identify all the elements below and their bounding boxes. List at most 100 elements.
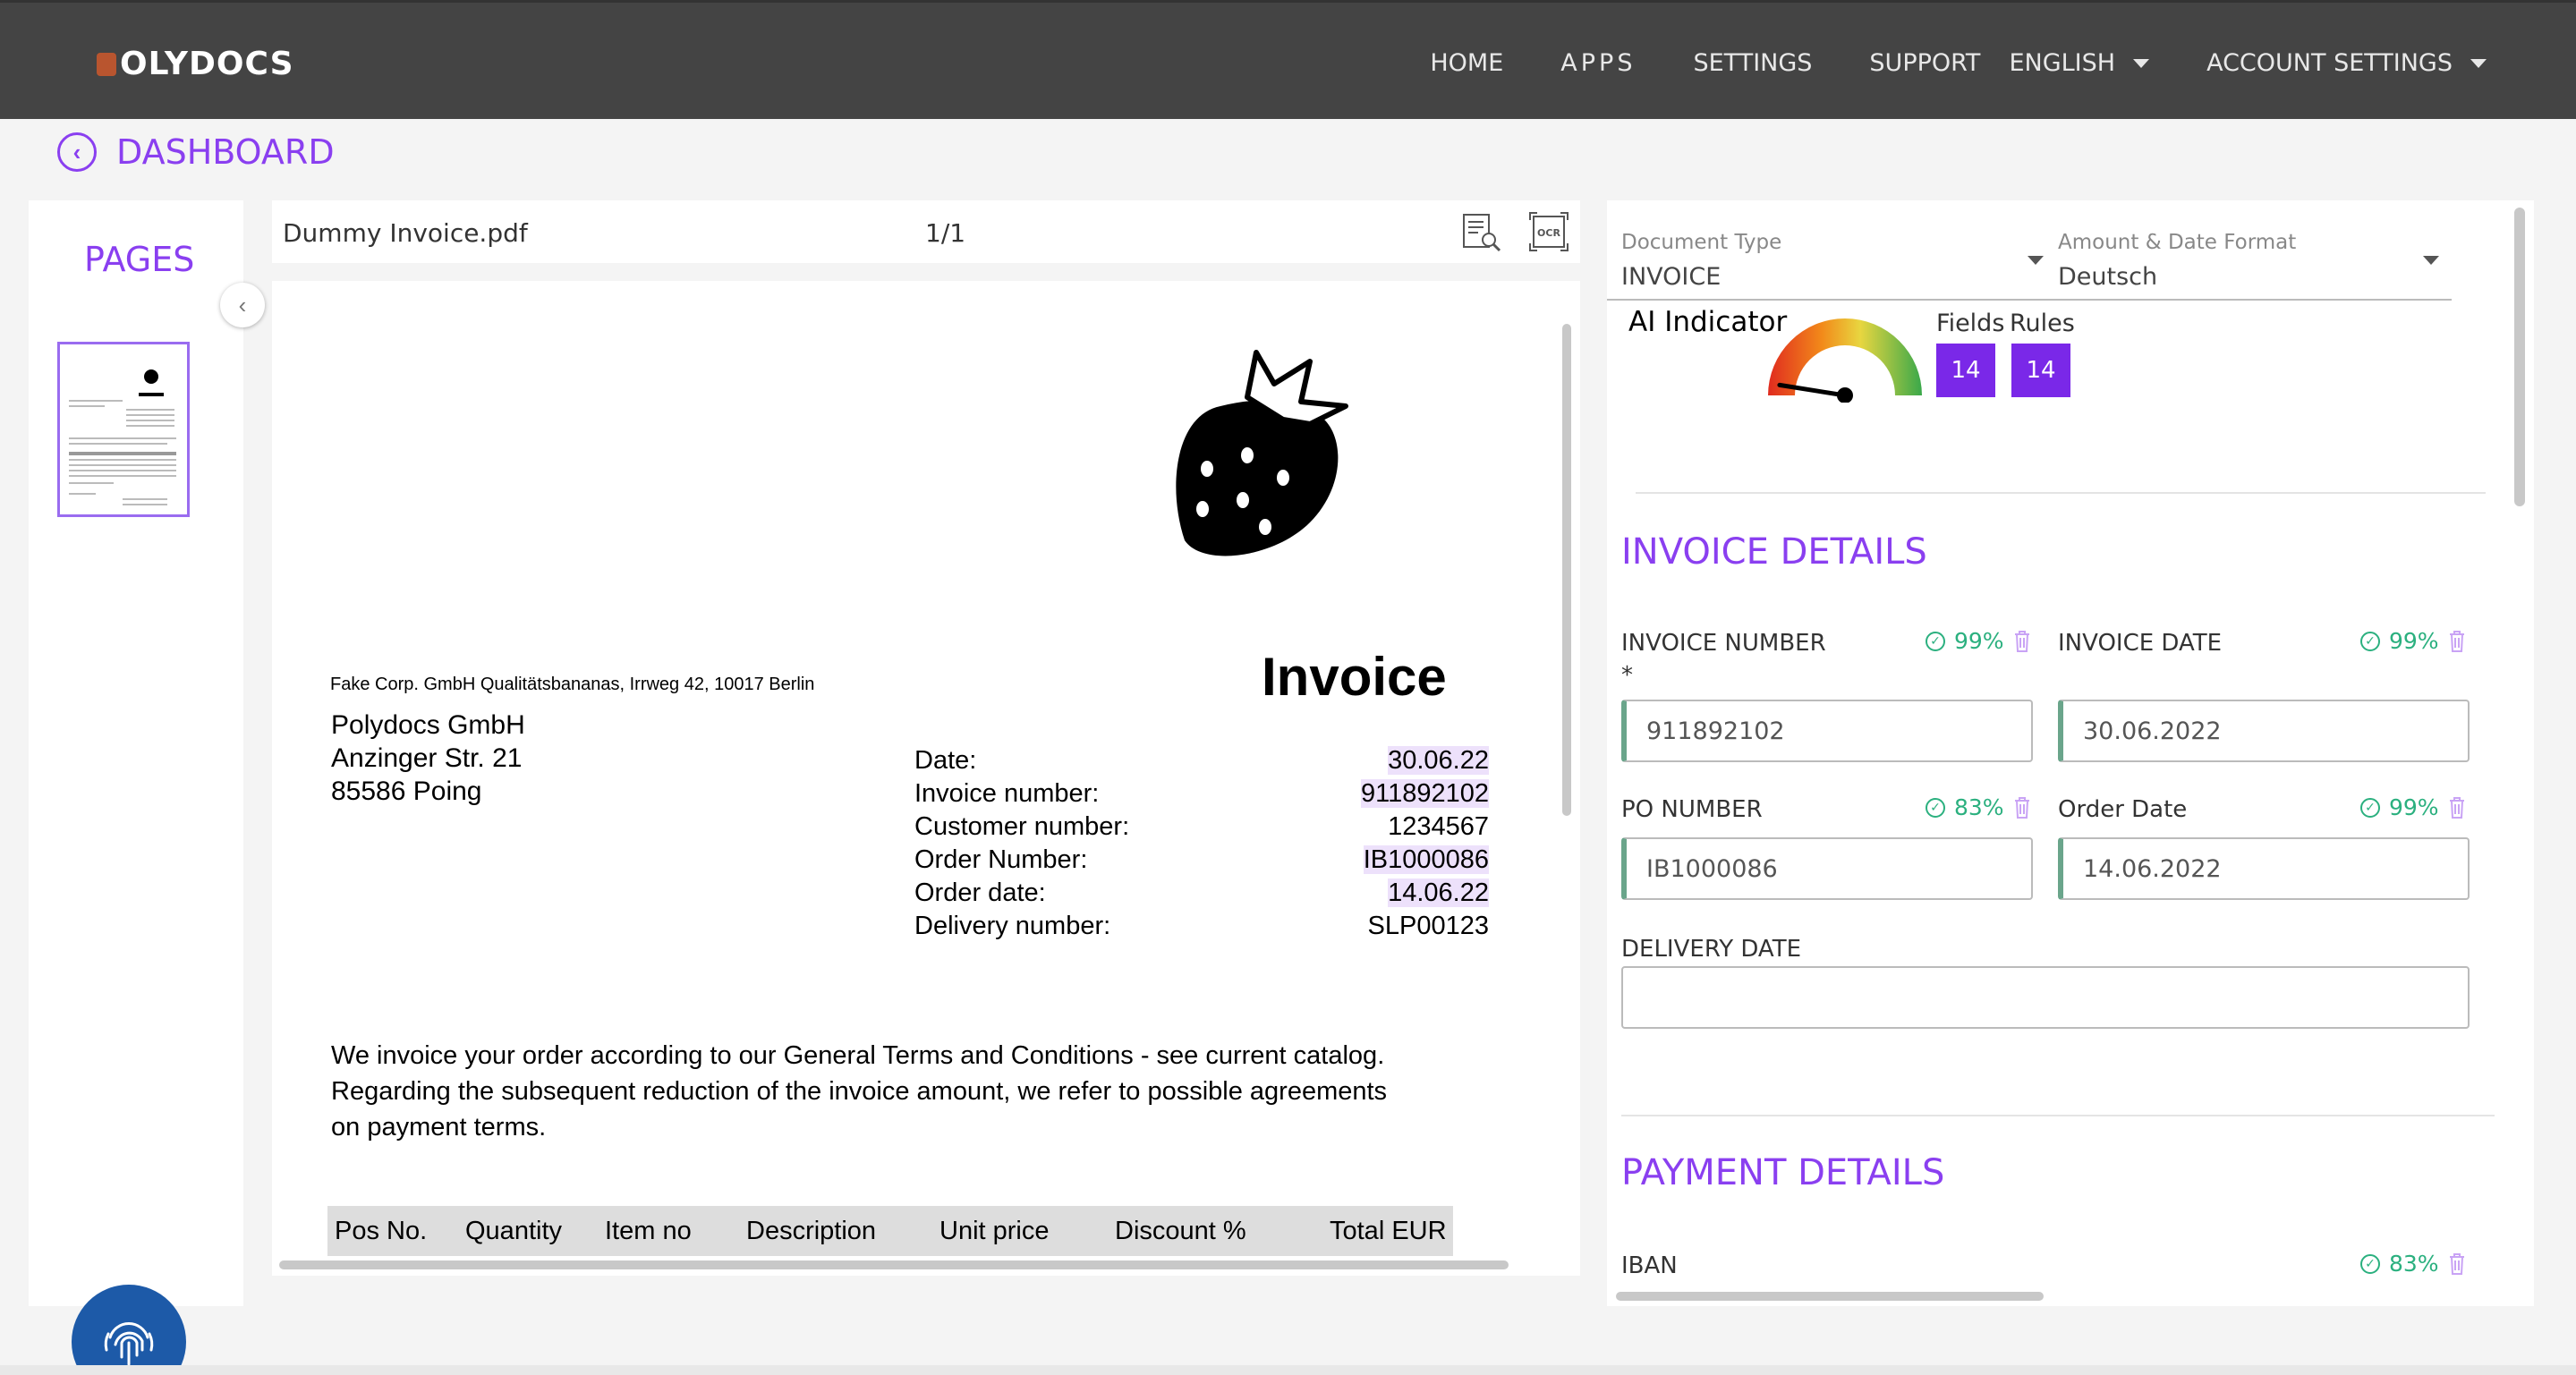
po-number-input[interactable]: IB1000086 xyxy=(1621,837,2033,900)
nav-apps[interactable]: APPS xyxy=(1560,49,1636,77)
viewer-vertical-scrollbar[interactable] xyxy=(1562,324,1571,816)
top-navigation-bar: OLYDOCS HOME APPS SETTINGS SUPPORT ENGLI… xyxy=(0,0,2576,119)
meta-label: Delivery number: xyxy=(914,912,1111,940)
language-label: ENGLISH xyxy=(2009,49,2116,77)
document-search-icon[interactable] xyxy=(1458,209,1503,254)
table-header-cell: Quantity xyxy=(465,1216,562,1245)
page-indicator: 1/1 xyxy=(925,218,966,248)
ai-confidence-gauge xyxy=(1768,318,1922,403)
delete-icon[interactable] xyxy=(2448,630,2466,653)
invoice-meta-labels: Date: Invoice number: Customer number: O… xyxy=(914,744,1129,943)
extraction-panel: Document Type INVOICE Amount & Date Form… xyxy=(1607,200,2534,1306)
page-thumbnail-1[interactable] xyxy=(57,342,190,517)
panel-horizontal-scrollbar[interactable] xyxy=(1616,1292,2044,1301)
delivery-date-input[interactable] xyxy=(1621,966,2470,1029)
delete-icon[interactable] xyxy=(2013,796,2031,819)
ocr-icon[interactable]: OCR xyxy=(1526,209,1571,254)
invoice-number-input[interactable]: 911892102 xyxy=(1621,700,2033,762)
po-number-confidence: ✓ 83% xyxy=(1926,794,2031,820)
meta-label: Date: xyxy=(914,746,977,775)
strawberry-logo-icon xyxy=(1176,350,1348,556)
fields-count-badge[interactable]: 14 xyxy=(1936,344,1995,397)
pages-panel: PAGES xyxy=(29,200,243,1306)
panel-vertical-scrollbar[interactable] xyxy=(2514,208,2525,506)
main-nav: HOME APPS SETTINGS SUPPORT ENGLISH ACCOU… xyxy=(1430,49,2487,77)
line-items-header: Pos No. Quantity Item no Description Uni… xyxy=(327,1206,1453,1256)
account-settings-dropdown[interactable]: ACCOUNT SETTINGS xyxy=(2206,49,2487,77)
fields-label: Fields xyxy=(1936,310,2005,337)
check-circle-icon: ✓ xyxy=(2360,1253,2380,1274)
order-date-input[interactable]: 14.06.2022 xyxy=(2058,837,2470,900)
dashboard-link-label: DASHBOARD xyxy=(116,132,335,172)
nav-support[interactable]: SUPPORT xyxy=(1869,49,1980,77)
meta-value-highlighted[interactable]: 14.06.22 xyxy=(1388,878,1489,907)
document-viewer[interactable]: Fake Corp. GmbH Qualitätsbananas, Irrweg… xyxy=(272,281,1580,1276)
chevron-down-icon xyxy=(2423,256,2439,265)
order-date-confidence: ✓ 99% xyxy=(2360,794,2466,820)
chevron-down-icon xyxy=(2133,58,2150,68)
collapse-pages-button[interactable]: ‹ xyxy=(220,283,265,327)
bottom-strip xyxy=(0,1365,2576,1375)
rules-label: Rules xyxy=(2010,310,2075,337)
payment-details-title: PAYMENT DETAILS xyxy=(1621,1152,1945,1193)
iban-confidence: ✓ 83% xyxy=(2360,1251,2466,1277)
delivery-date-label: DELIVERY DATE xyxy=(1621,936,1802,963)
recipient-line: 85586 Poing xyxy=(331,777,482,806)
delete-icon[interactable] xyxy=(2448,1252,2466,1276)
table-header-cell: Total EUR xyxy=(1330,1216,1447,1245)
rules-count-badge[interactable]: 14 xyxy=(2011,344,2070,397)
meta-value-highlighted[interactable]: IB1000086 xyxy=(1363,845,1489,874)
recipient-line: Anzinger Str. 21 xyxy=(331,743,523,773)
meta-value-highlighted[interactable]: 911892102 xyxy=(1360,779,1489,808)
terms-paragraph: We invoice your order according to our G… xyxy=(331,1041,1388,1142)
confidence-value: 99% xyxy=(1954,628,2004,654)
check-circle-icon: ✓ xyxy=(2360,797,2380,818)
invoice-date-confidence: ✓ 99% xyxy=(2360,628,2466,654)
chevron-down-icon xyxy=(2470,58,2487,68)
invoice-heading: Invoice xyxy=(1262,647,1447,707)
amount-date-format-select[interactable]: Amount & Date Format Deutsch xyxy=(2044,215,2452,301)
language-dropdown[interactable]: ENGLISH xyxy=(2009,49,2150,77)
delete-icon[interactable] xyxy=(2448,796,2466,819)
recipient-line: Polydocs GmbH xyxy=(331,710,525,740)
pages-title: PAGES xyxy=(84,240,195,279)
meta-label: Order Number: xyxy=(914,845,1088,874)
nav-home[interactable]: HOME xyxy=(1430,49,1503,77)
table-header-cell: Item no xyxy=(605,1216,692,1245)
nav-settings[interactable]: SETTINGS xyxy=(1693,49,1812,77)
logo-text: OLYDOCS xyxy=(120,46,294,82)
table-header-cell: Pos No. xyxy=(335,1216,428,1245)
invoice-number-confidence: ✓ 99% xyxy=(1926,628,2031,654)
required-asterisk: * xyxy=(1621,662,1633,689)
invoice-number-label: INVOICE NUMBER xyxy=(1621,630,1826,657)
back-to-dashboard[interactable]: ‹ DASHBOARD xyxy=(57,132,335,172)
table-header-cell: Discount % xyxy=(1115,1216,1246,1245)
meta-value: 1234567 xyxy=(1388,812,1489,841)
divider xyxy=(1636,492,2486,494)
file-name: Dummy Invoice.pdf xyxy=(283,218,528,248)
delete-icon[interactable] xyxy=(2013,630,2031,653)
confidence-value: 83% xyxy=(2389,1251,2439,1277)
svg-text:OCR: OCR xyxy=(1537,227,1560,239)
meta-label: Customer number: xyxy=(914,812,1130,841)
invoice-meta-values: 30.06.22 911892102 1234567 IB1000086 14.… xyxy=(1310,744,1489,943)
document-type-label: Document Type xyxy=(1621,231,1782,254)
iban-label: IBAN xyxy=(1621,1252,1678,1279)
po-number-label: PO NUMBER xyxy=(1621,796,1763,823)
check-circle-icon: ✓ xyxy=(1926,797,1945,818)
document-type-select[interactable]: Document Type INVOICE xyxy=(1607,215,2045,301)
invoice-date-input[interactable]: 30.06.2022 xyxy=(2058,700,2470,762)
format-value: Deutsch xyxy=(2058,263,2158,291)
polydocs-logo[interactable]: OLYDOCS xyxy=(97,46,294,82)
table-header-cell: Unit price xyxy=(939,1216,1050,1245)
sender-line: Fake Corp. GmbH Qualitätsbananas, Irrweg… xyxy=(330,675,815,694)
table-header-cell: Description xyxy=(746,1216,877,1245)
ai-indicator-label: AI Indicator xyxy=(1628,306,1788,338)
meta-label: Invoice number: xyxy=(914,779,1100,808)
order-date-label: Order Date xyxy=(2058,796,2188,823)
meta-value-highlighted[interactable]: 30.06.22 xyxy=(1388,746,1489,775)
viewer-horizontal-scrollbar[interactable] xyxy=(279,1260,1509,1269)
chevron-left-icon: ‹ xyxy=(238,291,247,318)
confidence-value: 99% xyxy=(2389,794,2439,820)
check-circle-icon: ✓ xyxy=(2360,631,2380,651)
